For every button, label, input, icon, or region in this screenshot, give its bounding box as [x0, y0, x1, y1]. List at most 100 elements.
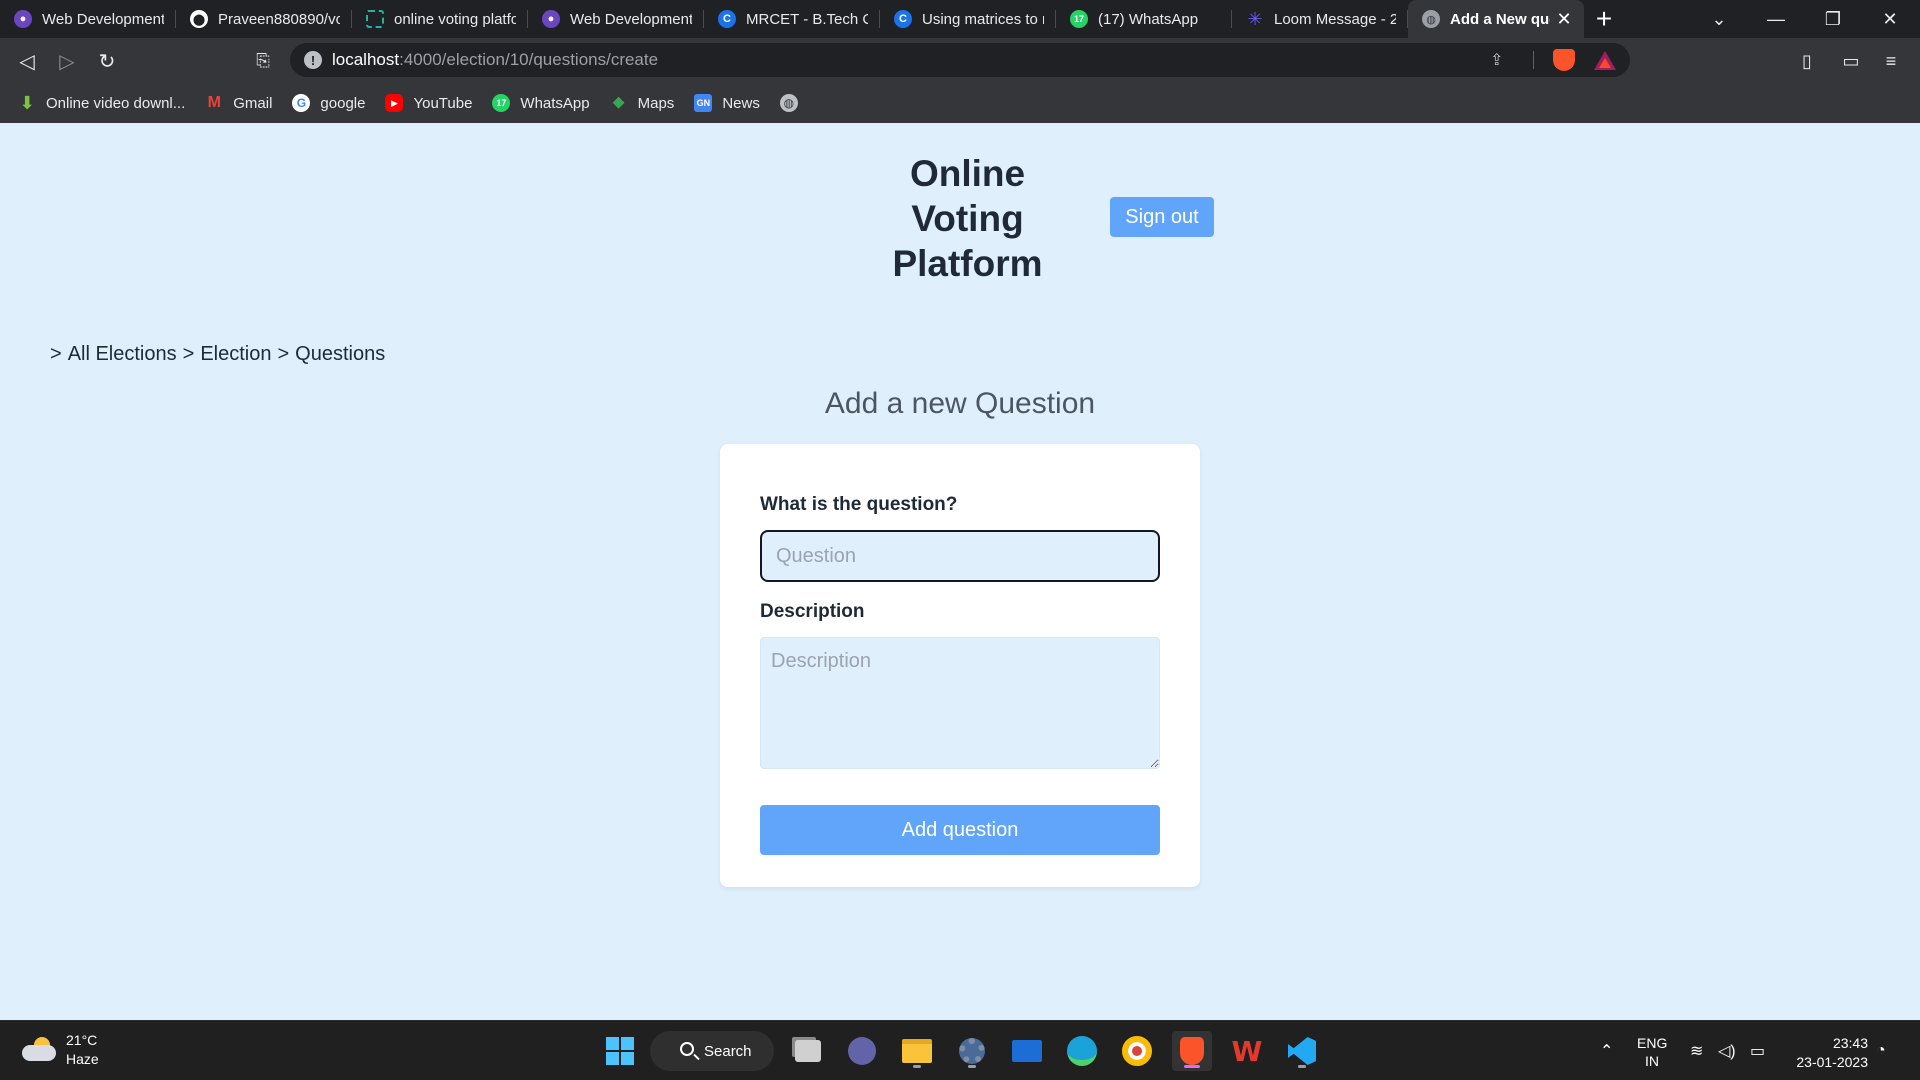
bookmark-item[interactable]: M Gmail — [205, 94, 273, 112]
bookmark-label: Gmail — [233, 94, 273, 112]
bookmark-item[interactable]: ◍ — [779, 94, 808, 112]
wallet-icon[interactable]: ▭ — [1836, 46, 1866, 76]
file-explorer-icon[interactable] — [897, 1031, 937, 1071]
address-bar[interactable]: ! localhost :4000/election/10/questions/… — [290, 43, 1630, 77]
wifi-icon[interactable]: ≋ — [1690, 1021, 1703, 1080]
bookmark-item[interactable]: GN News — [694, 94, 760, 112]
language-label: ENG — [1637, 1035, 1668, 1051]
maps-pin-icon: ⬥ — [613, 94, 625, 111]
chat-icon[interactable] — [842, 1031, 882, 1071]
tab-search-icon[interactable]: ⌄ — [1696, 0, 1742, 38]
taskbar-search[interactable]: Search — [650, 1031, 774, 1071]
bookmark-label: Maps — [637, 94, 675, 112]
close-tab-icon[interactable]: ✕ — [1556, 9, 1572, 30]
breadcrumb-separator: > — [50, 343, 62, 365]
page-heading: Add a new Question — [824, 387, 1096, 420]
bookmark-item[interactable]: G google — [292, 94, 365, 112]
bookmark-item[interactable]: ⬇ Online video downl... — [18, 93, 186, 113]
breadcrumb-questions[interactable]: Questions — [295, 343, 385, 366]
description-textarea[interactable] — [760, 637, 1160, 769]
breadcrumb-separator: > — [277, 343, 290, 365]
task-view-icon[interactable] — [788, 1031, 828, 1071]
close-window-icon[interactable]: ✕ — [1867, 0, 1913, 38]
bookmark-icon[interactable]: ⎘ — [248, 46, 278, 76]
vscode-icon[interactable] — [1282, 1031, 1322, 1071]
running-indicator — [913, 1065, 921, 1068]
search-label: Search — [704, 1042, 752, 1060]
forward-icon[interactable]: ▷ — [52, 46, 82, 76]
wps-office-icon[interactable]: W — [1227, 1031, 1267, 1071]
notifications-icon[interactable]: ◔ — [1876, 1021, 1886, 1080]
bookmark-label: google — [320, 94, 366, 112]
site-title: Online Voting Platform — [892, 153, 1043, 284]
brave-shields-icon[interactable] — [1553, 49, 1575, 71]
windows-taskbar: 21°C Haze Search W ⌃ ENG IN ≋ ◁) ▭ 23:43… — [0, 1020, 1920, 1080]
new-tab-button[interactable]: + — [1584, 0, 1624, 38]
mail-icon[interactable] — [1007, 1031, 1047, 1071]
browser-tab[interactable]: C Using matrices to m — [880, 0, 1056, 38]
globe-icon: ◍ — [779, 94, 798, 112]
running-indicator — [968, 1065, 976, 1068]
question-form: What is the question? Description Add qu… — [720, 444, 1200, 887]
bookmark-label: WhatsApp — [520, 94, 590, 112]
url-host: localhost — [332, 50, 400, 69]
tab-title: Praveen880890/voti — [218, 10, 340, 28]
google-icon: G — [292, 94, 311, 112]
edge-icon[interactable] — [1062, 1031, 1102, 1071]
browser-tab[interactable]: ✳ Loom Message - 23 — [1232, 0, 1408, 38]
c-logo-icon: C — [718, 10, 736, 28]
breadcrumb-all-elections[interactable]: All Elections — [68, 343, 177, 366]
tab-title: Web Development — [42, 10, 164, 28]
clock-date: 23-01-2023 — [1796, 1054, 1868, 1070]
add-question-button[interactable]: Add question — [760, 805, 1160, 855]
browser-tab[interactable]: 17 (17) WhatsApp — [1056, 0, 1232, 38]
menu-icon[interactable]: ≡ — [1876, 46, 1906, 76]
browser-tab-active[interactable]: ◍ Add a New que ✕ — [1408, 0, 1584, 38]
language-indicator[interactable]: ENG IN — [1637, 1034, 1667, 1070]
bookmark-label: News — [722, 94, 760, 112]
minimize-icon[interactable]: — — [1753, 0, 1799, 38]
c-logo-icon: C — [894, 10, 912, 28]
bookmark-label: YouTube — [413, 94, 473, 112]
tab-title: Loom Message - 23 — [1274, 10, 1396, 28]
volume-icon[interactable]: ◁) — [1718, 1021, 1736, 1080]
question-input[interactable] — [760, 530, 1160, 582]
show-hidden-icons-icon[interactable]: ⌃ — [1600, 1021, 1613, 1080]
restore-icon[interactable]: ❐ — [1810, 0, 1856, 38]
bookmark-item[interactable]: ▶ YouTube — [385, 94, 472, 112]
browser-tab[interactable]: C MRCET - B.Tech CSE — [704, 0, 880, 38]
tab-title: (17) WhatsApp — [1098, 10, 1199, 28]
share-icon[interactable]: ⇪ — [1490, 50, 1510, 70]
browser-tab[interactable]: ● Web Development — [0, 0, 176, 38]
sidebar-icon[interactable]: ▯ — [1792, 46, 1822, 76]
site-info-icon[interactable]: ! — [304, 51, 322, 69]
tab-title: MRCET - B.Tech CSE — [746, 10, 868, 28]
running-indicator — [1184, 1065, 1200, 1068]
news-icon: GN — [694, 94, 713, 112]
bookmark-item[interactable]: 17 WhatsApp — [492, 94, 590, 112]
reload-icon[interactable]: ↻ — [92, 46, 122, 76]
breadcrumb-separator: > — [182, 343, 195, 365]
running-indicator — [1298, 1065, 1306, 1068]
browser-tab[interactable]: ⬤ Praveen880890/voti — [176, 0, 352, 38]
settings-icon[interactable] — [952, 1031, 992, 1071]
brave-icon[interactable] — [1172, 1031, 1212, 1071]
sign-out-button[interactable]: Sign out — [1110, 197, 1214, 237]
chrome-icon[interactable] — [1117, 1031, 1157, 1071]
weather-haze-icon — [22, 1037, 56, 1063]
browser-tab[interactable]: ● Web Development — [528, 0, 704, 38]
system-clock[interactable]: 23:43 23-01-2023 — [1788, 1034, 1868, 1072]
breadcrumb-election[interactable]: Election — [200, 343, 271, 366]
back-icon[interactable]: ◁ — [12, 46, 42, 76]
weather-temperature: 21°C — [66, 1032, 98, 1048]
brave-rewards-icon[interactable] — [1594, 51, 1616, 70]
battery-icon[interactable]: ▭ — [1750, 1021, 1765, 1080]
bookmark-item[interactable]: ⬥ Maps — [610, 94, 675, 112]
browser-tab[interactable]: online voting platfo — [352, 0, 528, 38]
circle-logo-icon: ● — [14, 10, 32, 28]
weather-widget[interactable]: 21°C Haze — [22, 1031, 99, 1069]
clock-time: 23:43 — [1832, 1035, 1868, 1051]
search-icon — [680, 1042, 694, 1056]
windows-start-icon[interactable] — [600, 1031, 640, 1071]
bookmark-label: Online video downl... — [46, 94, 186, 112]
